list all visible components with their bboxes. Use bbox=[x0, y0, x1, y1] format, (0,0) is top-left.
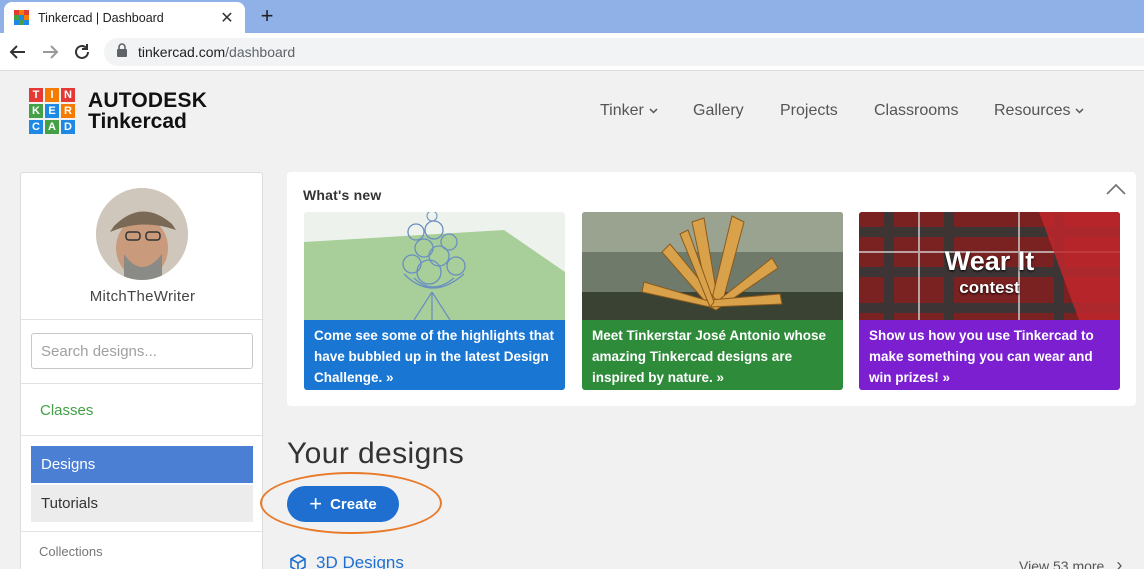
chevron-right-icon: › bbox=[1116, 555, 1123, 569]
divider bbox=[21, 531, 264, 532]
promo-text: Show us how you use Tinkercad to make so… bbox=[859, 320, 1120, 390]
chevron-down-icon bbox=[1075, 106, 1085, 117]
designs-3d-label: 3D Designs bbox=[316, 553, 404, 569]
site-header: TINKERCAD AUTODESK Tinkercad Tinker Gall… bbox=[0, 72, 1144, 149]
tinkercad-logo[interactable]: TINKERCAD bbox=[28, 87, 76, 135]
search-designs-input[interactable] bbox=[31, 333, 253, 369]
promo-card-wear-it-contest[interactable]: Wear It contest Show us how you use Tink… bbox=[859, 212, 1120, 390]
page-title: Your designs bbox=[287, 437, 465, 470]
logo-letter: K bbox=[28, 103, 44, 119]
divider bbox=[21, 319, 264, 320]
designs-3d-link[interactable]: 3D Designs bbox=[288, 553, 404, 569]
url-path: /dashboard bbox=[225, 44, 296, 60]
whats-new-panel: What's new Come see some of the highligh… bbox=[287, 172, 1136, 406]
logo-letter: T bbox=[28, 87, 44, 103]
url-text: tinkercad.com/dashboard bbox=[138, 44, 295, 60]
create-label: Create bbox=[330, 495, 377, 513]
logo-letter: A bbox=[44, 119, 60, 135]
nav-resources-label: Resources bbox=[994, 102, 1071, 119]
view-more-label: View 53 more bbox=[1019, 557, 1105, 569]
browser-address-bar: tinkercad.com/dashboard bbox=[0, 33, 1144, 71]
logo-letter: E bbox=[44, 103, 60, 119]
back-icon[interactable] bbox=[6, 40, 30, 64]
promo-image-subtitle: contest bbox=[959, 278, 1020, 297]
avatar[interactable] bbox=[96, 188, 188, 280]
tinkercad-favicon-icon bbox=[14, 10, 29, 25]
nav-tinker[interactable]: Tinker bbox=[600, 102, 658, 120]
reload-icon[interactable] bbox=[70, 40, 94, 64]
nav-resources[interactable]: Resources bbox=[994, 102, 1085, 120]
divider bbox=[21, 383, 264, 384]
url-field[interactable]: tinkercad.com/dashboard bbox=[104, 38, 1144, 66]
promo-image-crystals bbox=[582, 212, 843, 320]
promo-image-plaid: Wear It contest bbox=[859, 212, 1120, 320]
promo-card-design-challenge[interactable]: Come see some of the highlights that hav… bbox=[304, 212, 565, 390]
username: MitchTheWriter bbox=[89, 288, 196, 305]
logo-letter: D bbox=[60, 119, 76, 135]
sidebar: MitchTheWriter Classes Designs Tutorials… bbox=[20, 172, 264, 569]
chevron-up-icon[interactable] bbox=[1105, 182, 1127, 200]
sidebar-item-classes[interactable]: Classes bbox=[40, 402, 93, 419]
close-tab-icon[interactable]: ✕ bbox=[219, 8, 235, 28]
logo-letter: R bbox=[60, 103, 76, 119]
sidebar-item-tutorials[interactable]: Tutorials bbox=[31, 485, 253, 522]
promo-image-bubbles bbox=[304, 212, 565, 321]
logo-letter: C bbox=[28, 119, 44, 135]
logo-letter: N bbox=[60, 87, 76, 103]
nav-classrooms[interactable]: Classrooms bbox=[874, 102, 958, 120]
brand-tinkercad: Tinkercad bbox=[88, 110, 187, 133]
new-tab-button[interactable]: + bbox=[256, 3, 278, 29]
create-button[interactable]: + Create bbox=[287, 486, 399, 522]
promo-text: Come see some of the highlights that hav… bbox=[304, 320, 565, 390]
browser-tab-bar: Tinkercad | Dashboard ✕ + bbox=[0, 0, 1144, 33]
browser-tab[interactable]: Tinkercad | Dashboard ✕ bbox=[4, 2, 245, 33]
logo-letter: I bbox=[44, 87, 60, 103]
sidebar-item-designs[interactable]: Designs bbox=[31, 446, 253, 483]
url-host: tinkercad.com bbox=[138, 44, 226, 60]
nav-projects[interactable]: Projects bbox=[780, 102, 838, 120]
view-more-link[interactable]: View 53 more › bbox=[1019, 555, 1122, 569]
promo-card-tinkerstar[interactable]: Meet Tinkerstar José Antonio whose amazi… bbox=[582, 212, 843, 390]
plus-icon: + bbox=[309, 491, 323, 516]
promo-text: Meet Tinkerstar José Antonio whose amazi… bbox=[582, 320, 843, 390]
chevron-down-icon bbox=[649, 106, 658, 117]
divider bbox=[21, 435, 264, 436]
promo-image-title: Wear It bbox=[944, 246, 1035, 276]
whats-new-title: What's new bbox=[303, 187, 382, 203]
lock-icon bbox=[116, 42, 128, 62]
cube-icon bbox=[288, 553, 308, 569]
nav-tinker-label: Tinker bbox=[600, 102, 644, 119]
tab-title: Tinkercad | Dashboard bbox=[38, 10, 164, 25]
collections-heading: Collections bbox=[39, 544, 103, 559]
nav-gallery[interactable]: Gallery bbox=[693, 102, 744, 120]
forward-icon[interactable] bbox=[38, 40, 62, 64]
